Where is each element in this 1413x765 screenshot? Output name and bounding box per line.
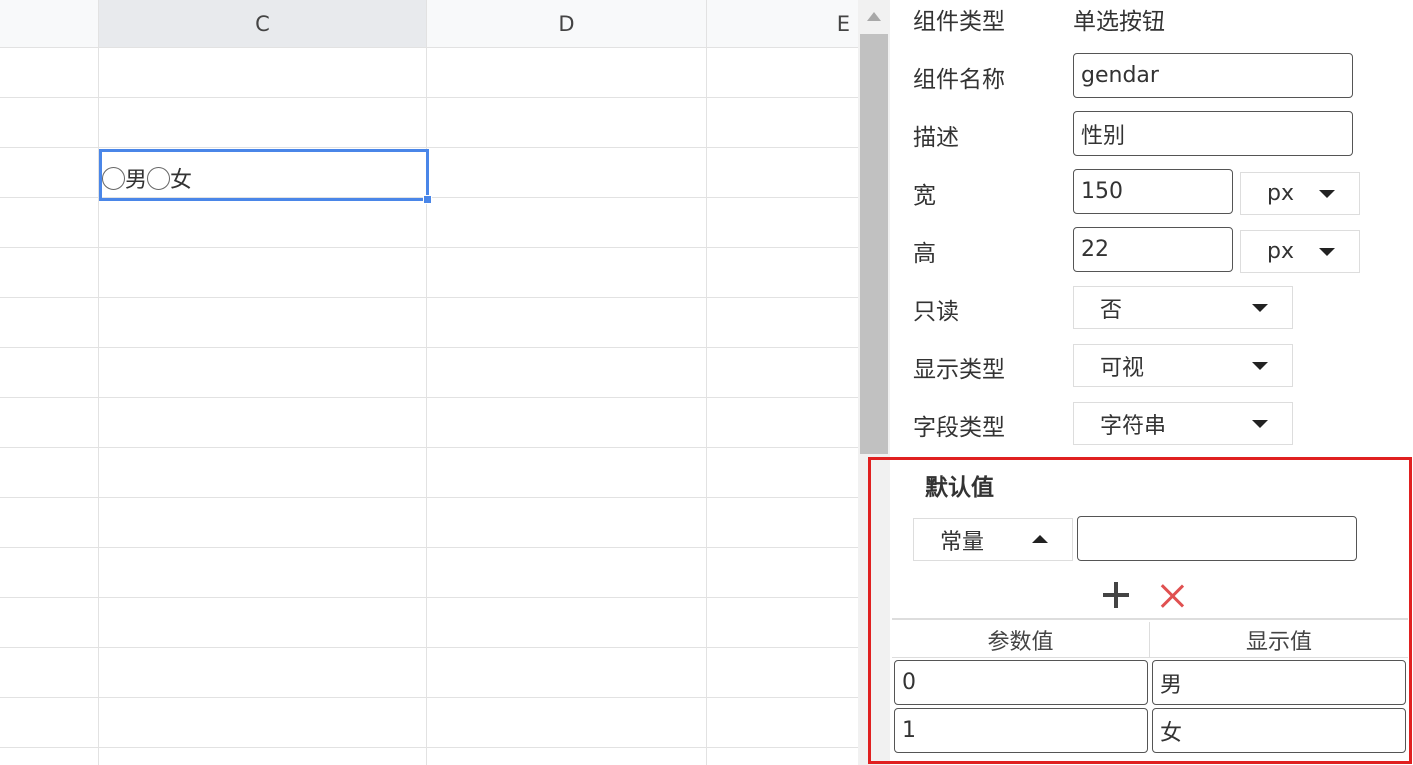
width-unit-select[interactable]: px	[1240, 172, 1360, 215]
column-header-b[interactable]	[0, 0, 99, 48]
fill-handle[interactable]	[423, 195, 432, 204]
grid-line	[0, 247, 858, 248]
column-header-display: 显示值	[1150, 622, 1408, 658]
readonly-value: 否	[1100, 297, 1123, 323]
option-param-input[interactable]: 0	[894, 660, 1148, 705]
grid-line	[0, 647, 858, 648]
display-type-select[interactable]: 可视	[1073, 344, 1293, 387]
height-unit-select[interactable]: px	[1240, 230, 1360, 273]
field-type-select[interactable]: 字符串	[1073, 402, 1293, 445]
column-header-c[interactable]: C	[99, 0, 427, 48]
grid-line	[0, 597, 858, 598]
option-display-input[interactable]: 男	[1152, 660, 1406, 705]
grid-line	[0, 97, 858, 98]
grid-line	[0, 497, 858, 498]
grid-line	[0, 697, 858, 698]
description-label: 描述	[913, 125, 959, 151]
grid-line	[0, 447, 858, 448]
width-input[interactable]: 150	[1073, 169, 1233, 214]
width-unit-value: px	[1267, 181, 1294, 206]
component-name-input[interactable]: gendar	[1073, 53, 1353, 98]
caret-down-icon	[1252, 419, 1268, 428]
grid-line	[0, 747, 858, 748]
selected-cell[interactable]	[99, 149, 429, 201]
column-header-param: 参数值	[892, 622, 1150, 658]
grid-line	[0, 297, 858, 298]
display-type-label: 显示类型	[913, 357, 1005, 383]
height-input[interactable]: 22	[1073, 227, 1233, 272]
column-header-d[interactable]: D	[427, 0, 707, 48]
grid-line	[706, 48, 707, 765]
add-option-button[interactable]	[1103, 582, 1131, 610]
grid-line	[0, 347, 858, 348]
grid-line	[0, 147, 858, 148]
column-header-e[interactable]: E	[707, 0, 858, 48]
grid-line	[0, 397, 858, 398]
component-type-label: 组件类型	[913, 9, 1005, 35]
readonly-label: 只读	[913, 299, 959, 325]
width-label: 宽	[913, 183, 936, 209]
delete-option-button[interactable]	[1160, 583, 1186, 609]
caret-down-icon	[1252, 361, 1268, 370]
field-type-value: 字符串	[1100, 413, 1167, 439]
display-type-value: 可视	[1100, 355, 1145, 381]
readonly-select[interactable]: 否	[1073, 286, 1293, 329]
caret-down-icon	[1319, 189, 1335, 198]
scroll-up-button[interactable]	[858, 0, 890, 32]
field-type-label: 字段类型	[913, 415, 1005, 441]
component-type-value: 单选按钮	[1073, 9, 1165, 35]
grid-line	[0, 547, 858, 548]
option-actions	[892, 576, 1408, 620]
option-display-input[interactable]: 女	[1152, 708, 1406, 753]
caret-down-icon	[1319, 247, 1335, 256]
option-param-input[interactable]: 1	[894, 708, 1148, 753]
caret-down-icon	[1252, 303, 1268, 312]
height-label: 高	[913, 241, 936, 267]
triangle-up-icon	[867, 11, 881, 21]
scrollbar-thumb[interactable]	[860, 34, 888, 454]
component-name-label: 组件名称	[913, 67, 1005, 93]
height-unit-value: px	[1267, 239, 1294, 264]
description-input[interactable]: 性别	[1073, 111, 1353, 156]
spreadsheet-grid[interactable]: C D E 男 女	[0, 0, 858, 765]
